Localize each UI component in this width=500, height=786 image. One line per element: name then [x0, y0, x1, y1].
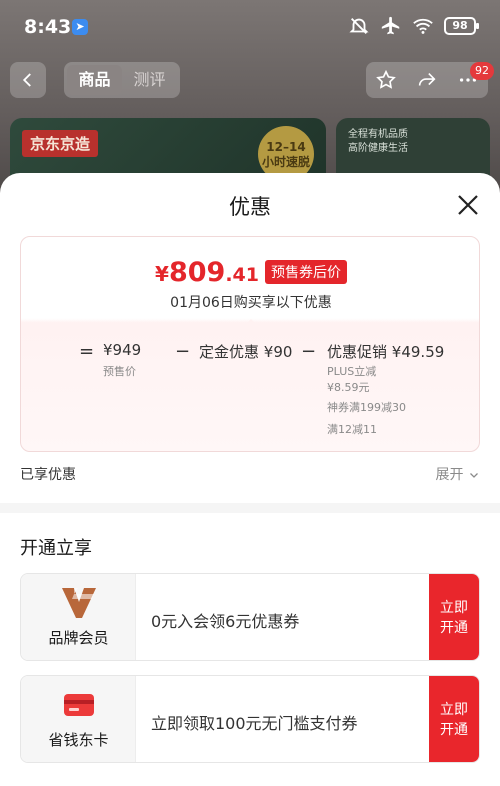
brand-member-name: 品牌会员 — [48, 629, 109, 647]
wifi-icon — [413, 18, 433, 34]
equals-sign: = — [79, 341, 95, 362]
coupon-line-1: 神券满199减30 — [327, 401, 406, 414]
jd-card-text: 立即领取100元无门槛支付券 — [151, 714, 358, 733]
nav-tabs: 商品 测评 — [64, 62, 180, 98]
open-button-line1: 立即 — [440, 702, 468, 718]
deposit-amount: ¥90 — [263, 343, 293, 361]
speed-badge-line1: 12–14 — [266, 140, 306, 154]
mute-icon — [349, 18, 369, 34]
minus-sign-2: − — [301, 341, 317, 362]
expand-button[interactable]: 展开 — [436, 464, 480, 484]
open-button-line1: 立即 — [440, 600, 468, 616]
price-integer: 809 — [168, 257, 226, 288]
brand-member-open-button[interactable]: 立即 开通 — [429, 574, 479, 660]
price-currency: ¥ — [155, 262, 169, 286]
expand-label: 展开 — [435, 467, 464, 483]
brand-v-icon — [62, 588, 96, 618]
section-divider — [0, 503, 500, 513]
chevron-down-icon — [470, 473, 478, 478]
price-breakdown-card: ¥ 809 .41 预售券后价 01月06日购买享以下优惠 = ¥949 预售价… — [20, 236, 480, 452]
brand-member-text: 0元入会领6元优惠券 — [151, 612, 300, 631]
final-price: ¥ 809 .41 预售券后价 — [21, 257, 481, 288]
deposit-label: 定金优惠 — [199, 343, 260, 361]
jd-card-open-button[interactable]: 立即 开通 — [429, 676, 479, 762]
card-notch — [243, 319, 259, 327]
sheet-title: 优惠 — [229, 195, 271, 219]
status-bar: 8:43 ➤ 98 — [0, 0, 500, 56]
minus-sign-1: − — [175, 341, 191, 362]
status-time: 8:43 — [24, 16, 72, 38]
deposit-discount: 定金优惠 ¥90 — [199, 341, 292, 362]
coupon-line-2: 满12减11 — [327, 423, 377, 436]
plus-discount-amount: ¥8.59元 — [327, 381, 370, 394]
discount-sheet: 优惠 ¥ 809 .41 预售券后价 01月06日购买享以下优惠 = ¥949 … — [0, 173, 500, 786]
brand-member-left: 品牌会员 — [21, 574, 136, 660]
open-benefits-title: 开通立享 — [20, 538, 92, 559]
enjoyed-discounts-label: 已享优惠 — [20, 467, 76, 483]
open-button-line2: 开通 — [440, 722, 468, 738]
banner-secondary-line2: 高阶健康生活 — [348, 143, 408, 154]
share-icon[interactable] — [416, 69, 438, 91]
presale-label: 预售价 — [103, 365, 136, 378]
jd-card-name: 省钱东卡 — [48, 731, 109, 749]
tab-review[interactable]: 测评 — [122, 65, 177, 95]
presale-price-tag: 预售券后价 — [264, 260, 347, 284]
app-notification-icon: ➤ — [72, 19, 88, 35]
brand-member-card[interactable]: 品牌会员 0元入会领6元优惠券 立即 开通 — [20, 573, 480, 661]
enjoyed-discounts-row: 已享优惠 展开 — [20, 464, 480, 486]
battery-indicator: 98 — [444, 17, 479, 35]
jd-card-offer[interactable]: 省钱东卡 立即领取100元无门槛支付券 立即 开通 — [20, 675, 480, 763]
banner-secondary-text: 全程有机品质 高阶健康生活 — [348, 128, 408, 156]
speed-badge-line2: 小时速脱 — [261, 155, 310, 169]
airplane-icon — [381, 16, 400, 35]
jd-card-left: 省钱东卡 — [21, 676, 136, 762]
banner-secondary-line1: 全程有机品质 — [348, 129, 408, 140]
plus-discount-label: PLUS立减 — [327, 365, 377, 378]
brand-tag: 京东京造 — [22, 130, 99, 157]
product-navbar: 商品 测评 92 — [0, 60, 500, 100]
price-decimal: .41 — [225, 264, 259, 286]
promo-amount: ¥49.59 — [391, 343, 445, 361]
star-icon[interactable] — [375, 69, 397, 91]
close-icon[interactable] — [454, 191, 482, 219]
chevron-left-icon — [22, 73, 31, 87]
red-card-icon — [64, 694, 94, 716]
presale-amount: ¥949 — [103, 341, 142, 359]
open-button-line2: 开通 — [440, 620, 468, 636]
notification-count-badge: 92 — [470, 62, 494, 80]
promo-discount: 优惠促销 ¥49.59 — [327, 341, 444, 362]
promo-label: 优惠促销 — [327, 343, 388, 361]
tab-product[interactable]: 商品 — [67, 65, 122, 95]
back-button[interactable] — [10, 62, 46, 98]
purchase-date-note: 01月06日购买享以下优惠 — [170, 295, 332, 311]
